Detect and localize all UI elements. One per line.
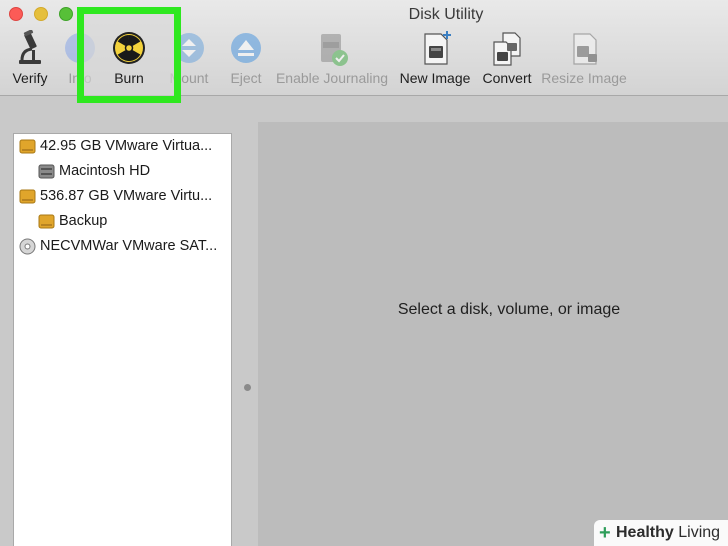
sidebar-item-label: Backup bbox=[59, 213, 108, 229]
sidebar-item-label: 42.95 GB VMware Virtua... bbox=[40, 138, 213, 154]
toolbar-burn-button[interactable]: Burn bbox=[104, 30, 154, 90]
toolbar-verify-button[interactable]: Verify bbox=[6, 30, 54, 90]
sidebar-item-label: 536.87 GB VMware Virtu... bbox=[40, 188, 213, 204]
toolbar-enable-journaling-label: Enable Journaling bbox=[275, 70, 389, 86]
journaling-icon bbox=[321, 34, 348, 66]
new-image-icon bbox=[424, 31, 451, 65]
watermark-brand-light: Living bbox=[673, 524, 721, 541]
toolbar-burn-label: Burn bbox=[114, 70, 144, 86]
watermark-brand-bold: Healthy bbox=[616, 524, 674, 541]
microscope-icon bbox=[19, 30, 41, 64]
toolbar-resize-image-label: Resize Image bbox=[541, 70, 627, 86]
resize-image-icon bbox=[573, 33, 597, 65]
optical-drive-icon bbox=[19, 238, 36, 255]
toolbar-convert-button[interactable]: Convert bbox=[478, 30, 536, 90]
toolbar-resize-image-button[interactable]: Resize Image bbox=[540, 30, 628, 90]
sidebar-item-optical-drive[interactable]: NECVMWar VMware SAT... bbox=[14, 234, 231, 259]
convert-icon bbox=[493, 32, 521, 66]
sidebar-item-backup[interactable]: Backup bbox=[14, 209, 231, 234]
watermark-brand: Healthy Living bbox=[616, 524, 720, 542]
sidebar-item-disk-42gb[interactable]: 42.95 GB VMware Virtua... bbox=[14, 134, 231, 159]
toolbar-new-image-button[interactable]: New Image bbox=[397, 30, 473, 90]
split-view-handle[interactable] bbox=[244, 384, 251, 391]
toolbar-eject-label: Eject bbox=[230, 70, 262, 86]
toolbar-new-image-label: New Image bbox=[399, 70, 471, 86]
toolbar-eject-button[interactable]: Eject bbox=[223, 30, 269, 90]
sidebar-item-label: NECVMWar VMware SAT... bbox=[40, 238, 218, 254]
detail-pane: Select a disk, volume, or image bbox=[258, 122, 728, 546]
sidebar-item-label: Macintosh HD bbox=[59, 163, 151, 179]
burn-radiation-icon bbox=[113, 32, 145, 64]
toolbar-verify-label: Verify bbox=[12, 70, 48, 86]
empty-selection-message: Select a disk, volume, or image bbox=[397, 301, 621, 318]
toolbar-enable-journaling-button[interactable]: Enable Journaling bbox=[273, 30, 391, 90]
volume-icon bbox=[38, 164, 55, 179]
volume-icon bbox=[38, 214, 55, 229]
disk-sidebar: 42.95 GB VMware Virtua... Macintosh HD 5… bbox=[13, 133, 232, 546]
watermark: + Healthy Living bbox=[594, 520, 728, 546]
sidebar-item-macintosh-hd[interactable]: Macintosh HD bbox=[14, 159, 231, 184]
sidebar-item-disk-536gb[interactable]: 536.87 GB VMware Virtu... bbox=[14, 184, 231, 209]
toolbar-convert-label: Convert bbox=[482, 70, 532, 86]
eject-icon bbox=[231, 33, 261, 63]
plus-icon: + bbox=[599, 522, 611, 544]
hard-drive-icon bbox=[19, 189, 36, 204]
hard-drive-icon bbox=[19, 139, 36, 154]
